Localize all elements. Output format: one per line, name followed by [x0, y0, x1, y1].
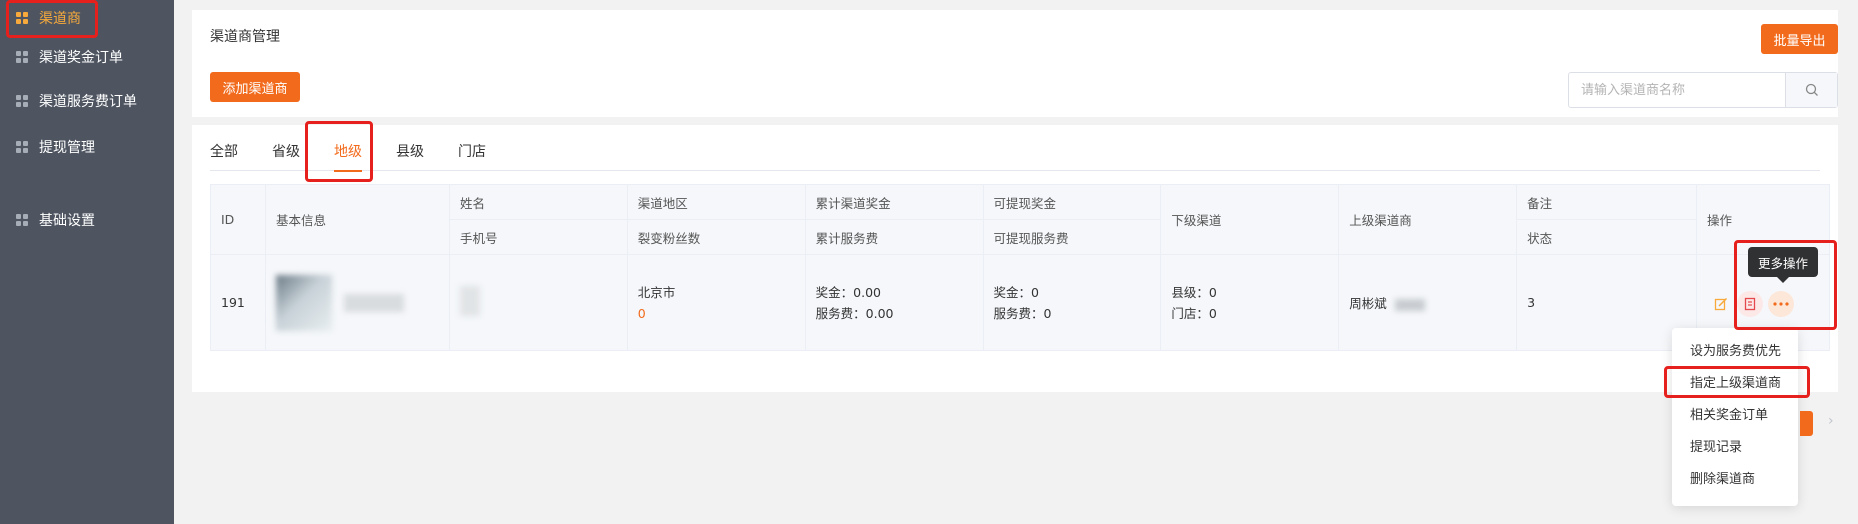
cell-totals: 奖金：0.00 服务费：0.00 — [804, 254, 984, 351]
page-title: 渠道商管理 — [210, 29, 280, 45]
grid-icon — [16, 140, 29, 154]
menu-item-service-priority[interactable]: 设为服务费优先 — [1672, 336, 1798, 368]
edit-button[interactable] — [1708, 291, 1734, 317]
grid-icon — [16, 213, 29, 227]
column-header-actions: 操作 — [1696, 184, 1830, 255]
cell-parent: 周彬斌 — [1338, 254, 1518, 351]
menu-item-withdraw-records[interactable]: 提现记录 — [1672, 432, 1798, 464]
menu-item-assign-parent[interactable]: 指定上级渠道商 — [1672, 368, 1798, 400]
grid-icon — [16, 11, 29, 25]
column-header-region: 渠道地区 — [626, 184, 806, 220]
column-header-phone: 手机号 — [448, 219, 628, 255]
sidebar-item-bonus-orders[interactable]: 渠道奖金订单 — [0, 39, 174, 75]
search-button[interactable] — [1785, 73, 1837, 107]
channel-list-card: 全部 省级 地级 县级 门店 ID 基本信息 姓名 渠道地区 累计渠道奖金 可提… — [192, 125, 1838, 392]
more-actions-button[interactable] — [1768, 291, 1794, 317]
pagination-next-icon[interactable]: › — [1828, 413, 1834, 429]
tab-county[interactable]: 县级 — [396, 141, 424, 171]
column-header-bonus-total: 累计渠道奖金 — [804, 184, 984, 220]
service-total: 服务费：0.00 — [815, 305, 894, 321]
channel-table: ID 基本信息 姓名 渠道地区 累计渠道奖金 可提现奖金 下级渠道 上级渠道商 … — [210, 184, 1830, 351]
document-icon — [1744, 297, 1756, 311]
sidebar-item-label: 基础设置 — [39, 213, 95, 229]
cell-id: 191 — [210, 254, 266, 351]
grid-icon — [16, 50, 29, 64]
tab-store[interactable]: 门店 — [458, 141, 486, 171]
bonus-total: 奖金：0.00 — [815, 284, 881, 300]
sidebar-item-settings[interactable]: 基础设置 — [0, 202, 174, 238]
cell-withdrawable: 奖金：0 服务费：0 — [982, 254, 1162, 351]
column-header-sub-channel: 下级渠道 — [1160, 184, 1340, 255]
add-channel-button[interactable]: 添加渠道商 — [210, 72, 300, 102]
column-header-remark: 备注 — [1516, 184, 1698, 220]
detail-button[interactable] — [1737, 291, 1763, 317]
sidebar: 渠道商 渠道奖金订单 渠道服务费订单 提现管理 基础设置 — [0, 0, 174, 524]
more-actions-tooltip: 更多操作 — [1748, 247, 1818, 283]
redacted-name — [343, 293, 404, 312]
cell-remark: 3 — [1516, 254, 1698, 351]
cell-region-fans: 北京市 0 — [626, 254, 806, 351]
bonus-withdraw: 奖金：0 — [993, 284, 1039, 300]
search-input[interactable] — [1569, 73, 1785, 107]
redacted-phone — [459, 286, 480, 316]
ellipsis-icon — [1773, 302, 1789, 306]
pagination-current-page[interactable] — [1800, 411, 1813, 436]
sidebar-item-withdraw[interactable]: 提现管理 — [0, 129, 174, 165]
tab-province[interactable]: 省级 — [272, 141, 300, 171]
column-header-status: 状态 — [1516, 219, 1698, 255]
search-box — [1568, 72, 1838, 108]
sidebar-item-label: 渠道奖金订单 — [39, 50, 123, 66]
sidebar-item-label: 提现管理 — [39, 140, 95, 156]
batch-export-button[interactable]: 批量导出 — [1761, 24, 1838, 54]
fans-count: 0 — [637, 305, 646, 321]
tab-all[interactable]: 全部 — [210, 141, 238, 171]
sidebar-item-label: 渠道商 — [39, 11, 81, 27]
tab-prefecture[interactable]: 地级 — [334, 141, 362, 172]
sub-store-link[interactable]: 门店：0 — [1171, 303, 1328, 324]
edit-icon — [1714, 297, 1728, 311]
column-header-bonus-withdraw: 可提现奖金 — [982, 184, 1162, 220]
cell-name-phone — [448, 254, 628, 351]
column-header-fans: 裂变粉丝数 — [626, 219, 806, 255]
column-header-name: 姓名 — [448, 184, 628, 220]
avatar — [275, 274, 332, 331]
column-header-basic: 基本信息 — [264, 184, 450, 255]
sub-county-link[interactable]: 县级：0 — [1171, 282, 1328, 303]
service-withdraw: 服务费：0 — [993, 305, 1052, 321]
column-header-id: ID — [210, 184, 266, 255]
region-text: 北京市 — [637, 284, 676, 300]
more-actions-dropdown: 设为服务费优先 指定上级渠道商 相关奖金订单 提现记录 删除渠道商 — [1672, 328, 1798, 506]
sidebar-item-label: 渠道服务费订单 — [39, 94, 137, 110]
sidebar-item-service-orders[interactable]: 渠道服务费订单 — [0, 83, 174, 119]
menu-item-delete-channel[interactable]: 删除渠道商 — [1672, 464, 1798, 496]
table-row: 191 北京市 0 奖金：0.00 服务费：0.00 奖金：0 服务费：0 县级… — [210, 254, 1830, 351]
column-header-service-withdraw: 可提现服务费 — [982, 219, 1162, 255]
header-card: 渠道商管理 批量导出 添加渠道商 — [192, 10, 1838, 117]
column-header-service-total: 累计服务费 — [804, 219, 984, 255]
cell-sub-channel: 县级：0 门店：0 — [1160, 254, 1340, 351]
sidebar-item-channel[interactable]: 渠道商 — [0, 0, 174, 36]
menu-item-bonus-orders[interactable]: 相关奖金订单 — [1672, 400, 1798, 432]
tab-bar: 全部 省级 地级 县级 门店 — [210, 141, 1820, 172]
grid-icon — [16, 94, 29, 108]
parent-name: 周彬斌 — [1349, 296, 1387, 311]
search-icon — [1805, 83, 1818, 96]
column-header-parent: 上级渠道商 — [1338, 184, 1518, 255]
redacted-parent-suffix — [1394, 298, 1425, 311]
cell-basic-info — [264, 254, 450, 351]
